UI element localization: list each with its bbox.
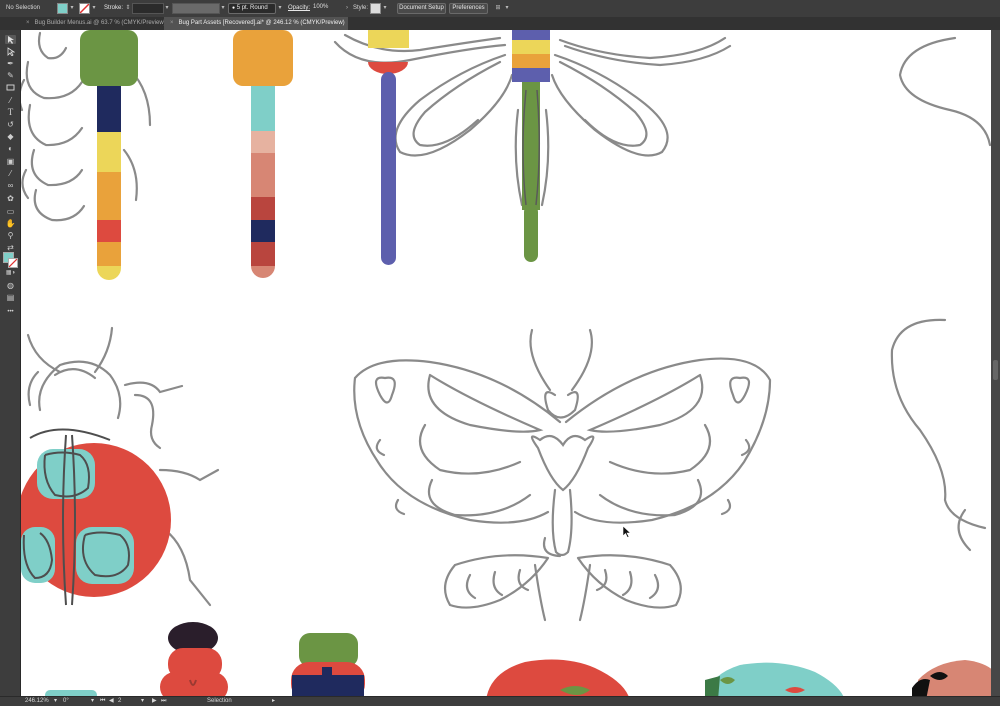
fill-swatch[interactable]	[57, 3, 68, 14]
tab-bug-builder-menus[interactable]: × Bug Builder Menus.ai @ 63.7 % (CMYK/Pre…	[20, 17, 169, 30]
close-tab-icon[interactable]: ×	[26, 20, 30, 26]
ladybug	[21, 428, 171, 606]
rectangle-tool-icon[interactable]	[5, 83, 16, 92]
profile-dropdown-icon[interactable]: ▾	[219, 4, 227, 13]
stroke-weight-stepper-icon[interactable]: ⇕	[124, 4, 132, 13]
shape-builder-tool-icon[interactable]: ◐	[5, 144, 16, 153]
screen-mode-icon[interactable]: ▤	[5, 293, 16, 302]
document-tab-bar: × Bug Builder Menus.ai @ 63.7 % (CMYK/Pre…	[0, 17, 1000, 30]
stroke-swatch[interactable]	[79, 3, 90, 14]
right-edge-sketch	[890, 36, 991, 552]
direct-selection-tool-icon[interactable]	[5, 47, 16, 57]
stroke-weight-dropdown-icon[interactable]: ▾	[163, 4, 171, 13]
brush-label: 5 pt. Round	[236, 5, 268, 11]
orange-teal-stack	[233, 30, 293, 278]
stroke-dropdown-icon[interactable]: ▾	[90, 4, 98, 13]
paintbrush-tool-icon[interactable]: ⁄	[5, 96, 16, 105]
stroke-color-box[interactable]	[8, 258, 18, 268]
artwork	[21, 30, 991, 696]
rotate-tool-icon[interactable]: ↺	[5, 120, 16, 129]
arrange-documents-icon[interactable]: ⊞	[493, 4, 503, 13]
blend-tool-icon[interactable]: ∞	[5, 181, 16, 190]
close-tab-icon[interactable]: ×	[170, 20, 174, 26]
arrow-icon	[8, 36, 14, 44]
drawing-modes-icon[interactable]: ◍	[5, 281, 16, 290]
edit-toolbar-icon[interactable]: •••	[5, 308, 16, 317]
tab-label: Bug Part Assets [Recovered].ai* @ 246.12…	[178, 20, 345, 26]
swap-fill-stroke-icon[interactable]: ⇄	[5, 243, 16, 252]
opacity-arrow-icon[interactable]: ›	[343, 4, 351, 13]
caterpillar-color-stack	[80, 30, 138, 280]
brush-dropdown-icon[interactable]: ▾	[276, 4, 284, 13]
none-slash-icon	[80, 4, 89, 13]
style-label: Style:	[353, 5, 369, 11]
scrollbar-thumb[interactable]	[993, 360, 998, 380]
butterfly-sketch	[353, 328, 772, 622]
stroke-label: Stroke:	[104, 5, 124, 11]
preferences-button[interactable]: Preferences	[449, 3, 488, 14]
stroke-weight-field[interactable]	[132, 3, 164, 14]
style-dropdown-icon[interactable]: ▾	[381, 4, 389, 13]
eraser-tool-icon[interactable]: ◆	[5, 132, 16, 141]
control-bar: No Selection ▾ ▾ Stroke: ⇕ ▾ ▾ ● 5 pt. R…	[0, 0, 1000, 18]
opacity-field[interactable]: 100%	[310, 3, 334, 14]
rectangle-icon	[6, 84, 15, 91]
document-setup-button[interactable]: Document Setup	[397, 3, 446, 14]
zoom-tool-icon[interactable]: ⚲	[5, 231, 16, 240]
curvature-tool-icon[interactable]: ✎	[5, 71, 16, 80]
color-mode-icons[interactable]: ▦◑	[5, 269, 16, 278]
selection-status: No Selection	[6, 5, 41, 11]
artboard-tool-icon[interactable]: ▭	[5, 207, 16, 216]
pen-tool-icon[interactable]: ✒	[5, 59, 16, 68]
mouse-pointer-icon	[622, 526, 631, 538]
bottom-bug-parts	[45, 622, 991, 696]
opacity-link[interactable]: Opacity:	[288, 3, 310, 14]
dragonfly-body	[512, 30, 550, 262]
tools-panel: ✒ ✎ ⁄ T ↺ ◆ ◐ ▣ ⁄ ∞ ✿ ▭ ✋ ⚲ ⇄ ▦◑ ◍ ▤ •••	[0, 30, 21, 696]
variable-width-profile[interactable]	[172, 3, 220, 14]
brush-dot-icon: ●	[232, 5, 236, 11]
arrange-dropdown-icon[interactable]: ▾	[503, 4, 511, 13]
vertical-scrollbar[interactable]	[991, 30, 1000, 696]
type-tool-icon[interactable]: T	[5, 108, 16, 117]
tab-bug-part-assets[interactable]: × Bug Part Assets [Recovered].ai* @ 246.1…	[164, 17, 348, 30]
brush-definition-dropdown[interactable]: ● 5 pt. Round	[228, 3, 276, 14]
fill-dropdown-icon[interactable]: ▾	[68, 4, 76, 13]
eyedropper-tool-icon[interactable]: ⁄	[5, 169, 16, 178]
graphic-style-swatch[interactable]	[370, 3, 381, 14]
hand-tool-icon[interactable]: ✋	[5, 219, 16, 228]
gradient-tool-icon[interactable]: ▣	[5, 157, 16, 166]
tab-label: Bug Builder Menus.ai @ 63.7 % (CMYK/Prev…	[34, 20, 166, 26]
hollow-arrow-icon	[7, 47, 16, 57]
symbol-sprayer-tool-icon[interactable]: ✿	[5, 194, 16, 203]
none-slash-icon	[9, 259, 17, 267]
selection-tool-icon[interactable]	[5, 35, 16, 44]
purple-stick	[368, 30, 409, 265]
artboard-canvas[interactable]	[21, 30, 991, 696]
